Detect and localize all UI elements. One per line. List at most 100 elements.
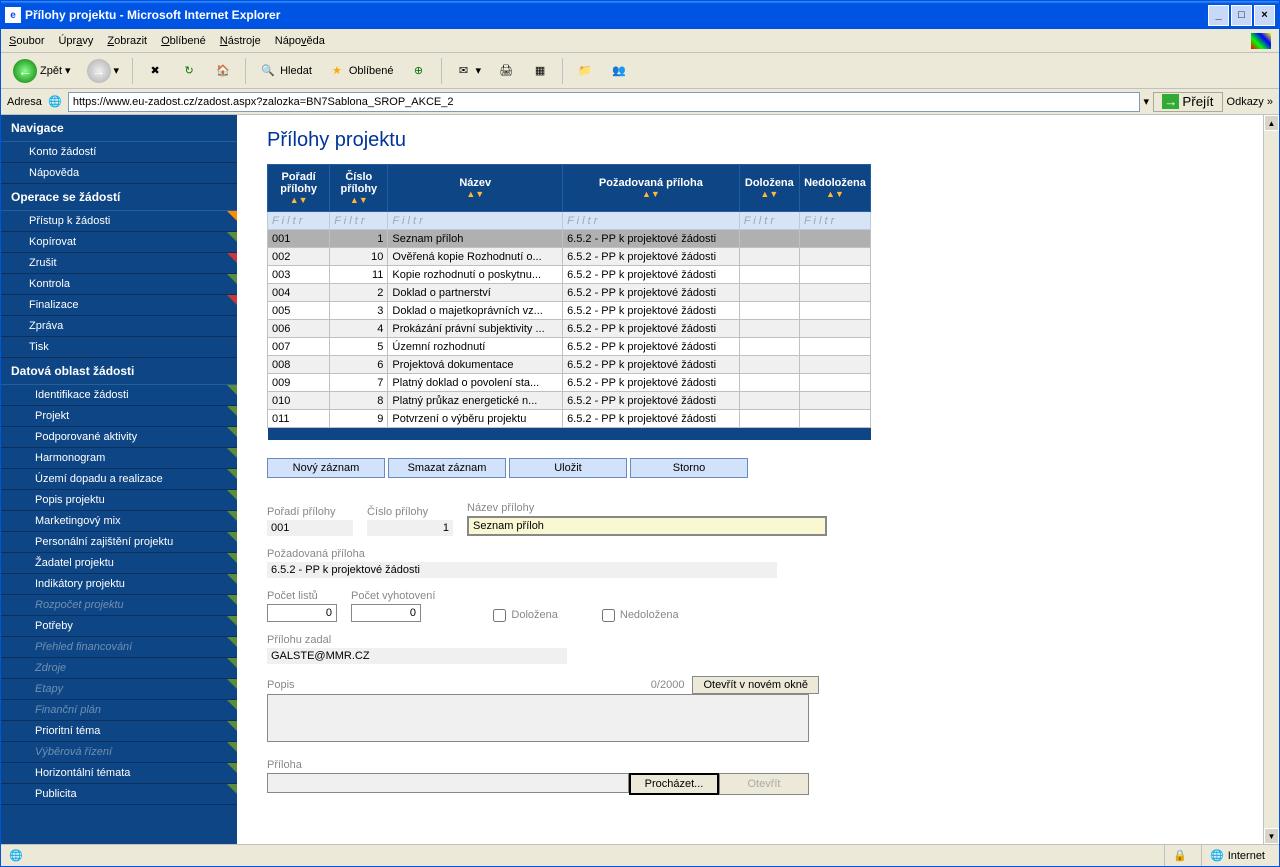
filter-nedol[interactable]: F i l t r [799, 212, 870, 230]
refresh-button[interactable]: ↻ [174, 58, 204, 84]
sidebar-item[interactable]: Popis projektu [1, 490, 237, 511]
col-pozadovana[interactable]: Požadovaná příloha▲▼ [563, 165, 740, 212]
table-row[interactable]: 0086Projektová dokumentace6.5.2 - PP k p… [268, 356, 871, 374]
address-dropdown[interactable]: ▾ [1144, 95, 1150, 108]
sidebar-item[interactable]: Nápověda [1, 163, 237, 184]
back-button[interactable]: ←Zpět ▾ [7, 55, 77, 87]
vertical-scrollbar[interactable]: ▲ ▼ [1263, 115, 1279, 844]
menu-soubor[interactable]: Soubor [9, 35, 44, 47]
close-button[interactable]: × [1254, 5, 1275, 26]
dolozena-checkbox[interactable]: Doložena [493, 609, 557, 622]
browse-button[interactable]: Procházet... [629, 773, 719, 795]
sidebar-item[interactable]: Kopírovat [1, 232, 237, 253]
sidebar-item[interactable]: Projekt [1, 406, 237, 427]
sidebar-item[interactable]: Marketingový mix [1, 511, 237, 532]
windows-flag-icon [1251, 33, 1271, 49]
sidebar-header: Datová oblast žádosti [1, 358, 237, 385]
favorites-button[interactable]: ★Oblíbené [322, 58, 400, 84]
sidebar-item[interactable]: Rozpočet projektu [1, 595, 237, 616]
home-button[interactable]: 🏠 [208, 58, 238, 84]
nazev-input[interactable] [467, 516, 827, 536]
nedolozena-checkbox[interactable]: Nedoložena [602, 609, 679, 622]
delete-record-button[interactable]: Smazat záznam [388, 458, 506, 478]
sidebar-item[interactable]: Personální zajištění projektu [1, 532, 237, 553]
table-row[interactable]: 0042Doklad o partnerství6.5.2 - PP k pro… [268, 284, 871, 302]
sidebar-item[interactable]: Území dopadu a realizace [1, 469, 237, 490]
new-record-button[interactable]: Nový záznam [267, 458, 385, 478]
col-cislo[interactable]: Číslo přílohy▲▼ [330, 165, 388, 212]
vyhot-input[interactable] [351, 604, 421, 622]
col-poradi[interactable]: Pořadí přílohy▲▼ [268, 165, 330, 212]
sidebar-item[interactable]: Identifikace žádosti [1, 385, 237, 406]
go-button[interactable]: →Přejít [1153, 92, 1222, 112]
filter-nazev[interactable]: F i l t r [388, 212, 563, 230]
menu-nastroje[interactable]: Nástroje [220, 35, 261, 47]
sidebar-item[interactable]: Publicita [1, 784, 237, 805]
filter-poz[interactable]: F i l t r [563, 212, 740, 230]
table-row[interactable]: 00311Kopie rozhodnutí o poskytnu...6.5.2… [268, 266, 871, 284]
cancel-button[interactable]: Storno [630, 458, 748, 478]
sidebar-item[interactable]: Přístup k žádosti [1, 211, 237, 232]
folder-button[interactable]: 📁 [570, 58, 600, 84]
sidebar-item[interactable]: Zdroje [1, 658, 237, 679]
sidebar-item[interactable]: Prioritní téma [1, 721, 237, 742]
col-dolozena[interactable]: Doložena▲▼ [739, 165, 799, 212]
save-button[interactable]: Uložit [509, 458, 627, 478]
table-row[interactable]: 0053Doklad o majetkoprávních vz...6.5.2 … [268, 302, 871, 320]
history-button[interactable]: ⊕ [404, 58, 434, 84]
sidebar-item[interactable]: Zpráva [1, 316, 237, 337]
sidebar-item[interactable]: Zrušit [1, 253, 237, 274]
mail-button[interactable]: ✉ ▾ [449, 58, 488, 84]
menu-napoveda[interactable]: Nápověda [275, 35, 325, 47]
table-row[interactable]: 0011Seznam příloh6.5.2 - PP k projektové… [268, 230, 871, 248]
priloha-input[interactable] [267, 773, 629, 793]
listu-input[interactable] [267, 604, 337, 622]
sidebar-item[interactable]: Přehled financování [1, 637, 237, 658]
table-row[interactable]: 0119Potvrzení o výběru projektu6.5.2 - P… [268, 410, 871, 428]
maximize-button[interactable]: □ [1231, 5, 1252, 26]
col-nedolozena[interactable]: Nedoložena▲▼ [799, 165, 870, 212]
sidebar-item[interactable]: Indikátory projektu [1, 574, 237, 595]
minimize-button[interactable]: _ [1208, 5, 1229, 26]
priloha-label: Příloha [267, 759, 1233, 771]
menu-upravy[interactable]: Úpravy [58, 35, 93, 47]
cislo-label: Číslo přílohy [367, 506, 453, 518]
sidebar-item[interactable]: Konto žádostí [1, 142, 237, 163]
sidebar-item[interactable]: Podporované aktivity [1, 427, 237, 448]
table-row[interactable]: 0097Platný doklad o povolení sta...6.5.2… [268, 374, 871, 392]
print-button[interactable]: 🖨 [491, 58, 521, 84]
scroll-up-icon[interactable]: ▲ [1264, 115, 1279, 131]
links-label[interactable]: Odkazy » [1227, 96, 1273, 108]
table-row[interactable]: 0075Územní rozhodnutí6.5.2 - PP k projek… [268, 338, 871, 356]
stop-button[interactable]: ✖ [140, 58, 170, 84]
table-row[interactable]: 0064Prokázání právní subjektivity ...6.5… [268, 320, 871, 338]
sidebar-item[interactable]: Potřeby [1, 616, 237, 637]
table-row[interactable]: 0108Platný průkaz energetické n...6.5.2 … [268, 392, 871, 410]
menu-oblibene[interactable]: Oblíbené [161, 35, 206, 47]
filter-poradi[interactable]: F i l t r [268, 212, 330, 230]
col-nazev[interactable]: Název▲▼ [388, 165, 563, 212]
scroll-down-icon[interactable]: ▼ [1264, 828, 1279, 844]
menu-zobrazit[interactable]: Zobrazit [107, 35, 147, 47]
sidebar-item[interactable]: Výběrová řízení [1, 742, 237, 763]
filter-dol[interactable]: F i l t r [739, 212, 799, 230]
sidebar-item[interactable]: Tisk [1, 337, 237, 358]
messenger-button[interactable]: 👥 [604, 58, 634, 84]
table-row[interactable]: 00210Ověřená kopie Rozhodnutí o...6.5.2 … [268, 248, 871, 266]
sidebar-item[interactable]: Horizontální témata [1, 763, 237, 784]
open-new-window-button[interactable]: Otevřít v novém okně [692, 676, 819, 694]
sidebar-item[interactable]: Finanční plán [1, 700, 237, 721]
forward-button[interactable]: → ▾ [81, 55, 126, 87]
popis-textarea[interactable] [267, 694, 809, 742]
sidebar-item[interactable]: Kontrola [1, 274, 237, 295]
address-input[interactable] [68, 92, 1140, 112]
sidebar-item[interactable]: Žadatel projektu [1, 553, 237, 574]
sidebar-header: Navigace [1, 115, 237, 142]
sidebar-item[interactable]: Etapy [1, 679, 237, 700]
search-button[interactable]: 🔍Hledat [253, 58, 318, 84]
sidebar-item[interactable]: Finalizace [1, 295, 237, 316]
edit-button[interactable]: ▦ [525, 58, 555, 84]
poz-label: Požadovaná příloha [267, 548, 777, 560]
sidebar-item[interactable]: Harmonogram [1, 448, 237, 469]
filter-cislo[interactable]: F i l t r [330, 212, 388, 230]
